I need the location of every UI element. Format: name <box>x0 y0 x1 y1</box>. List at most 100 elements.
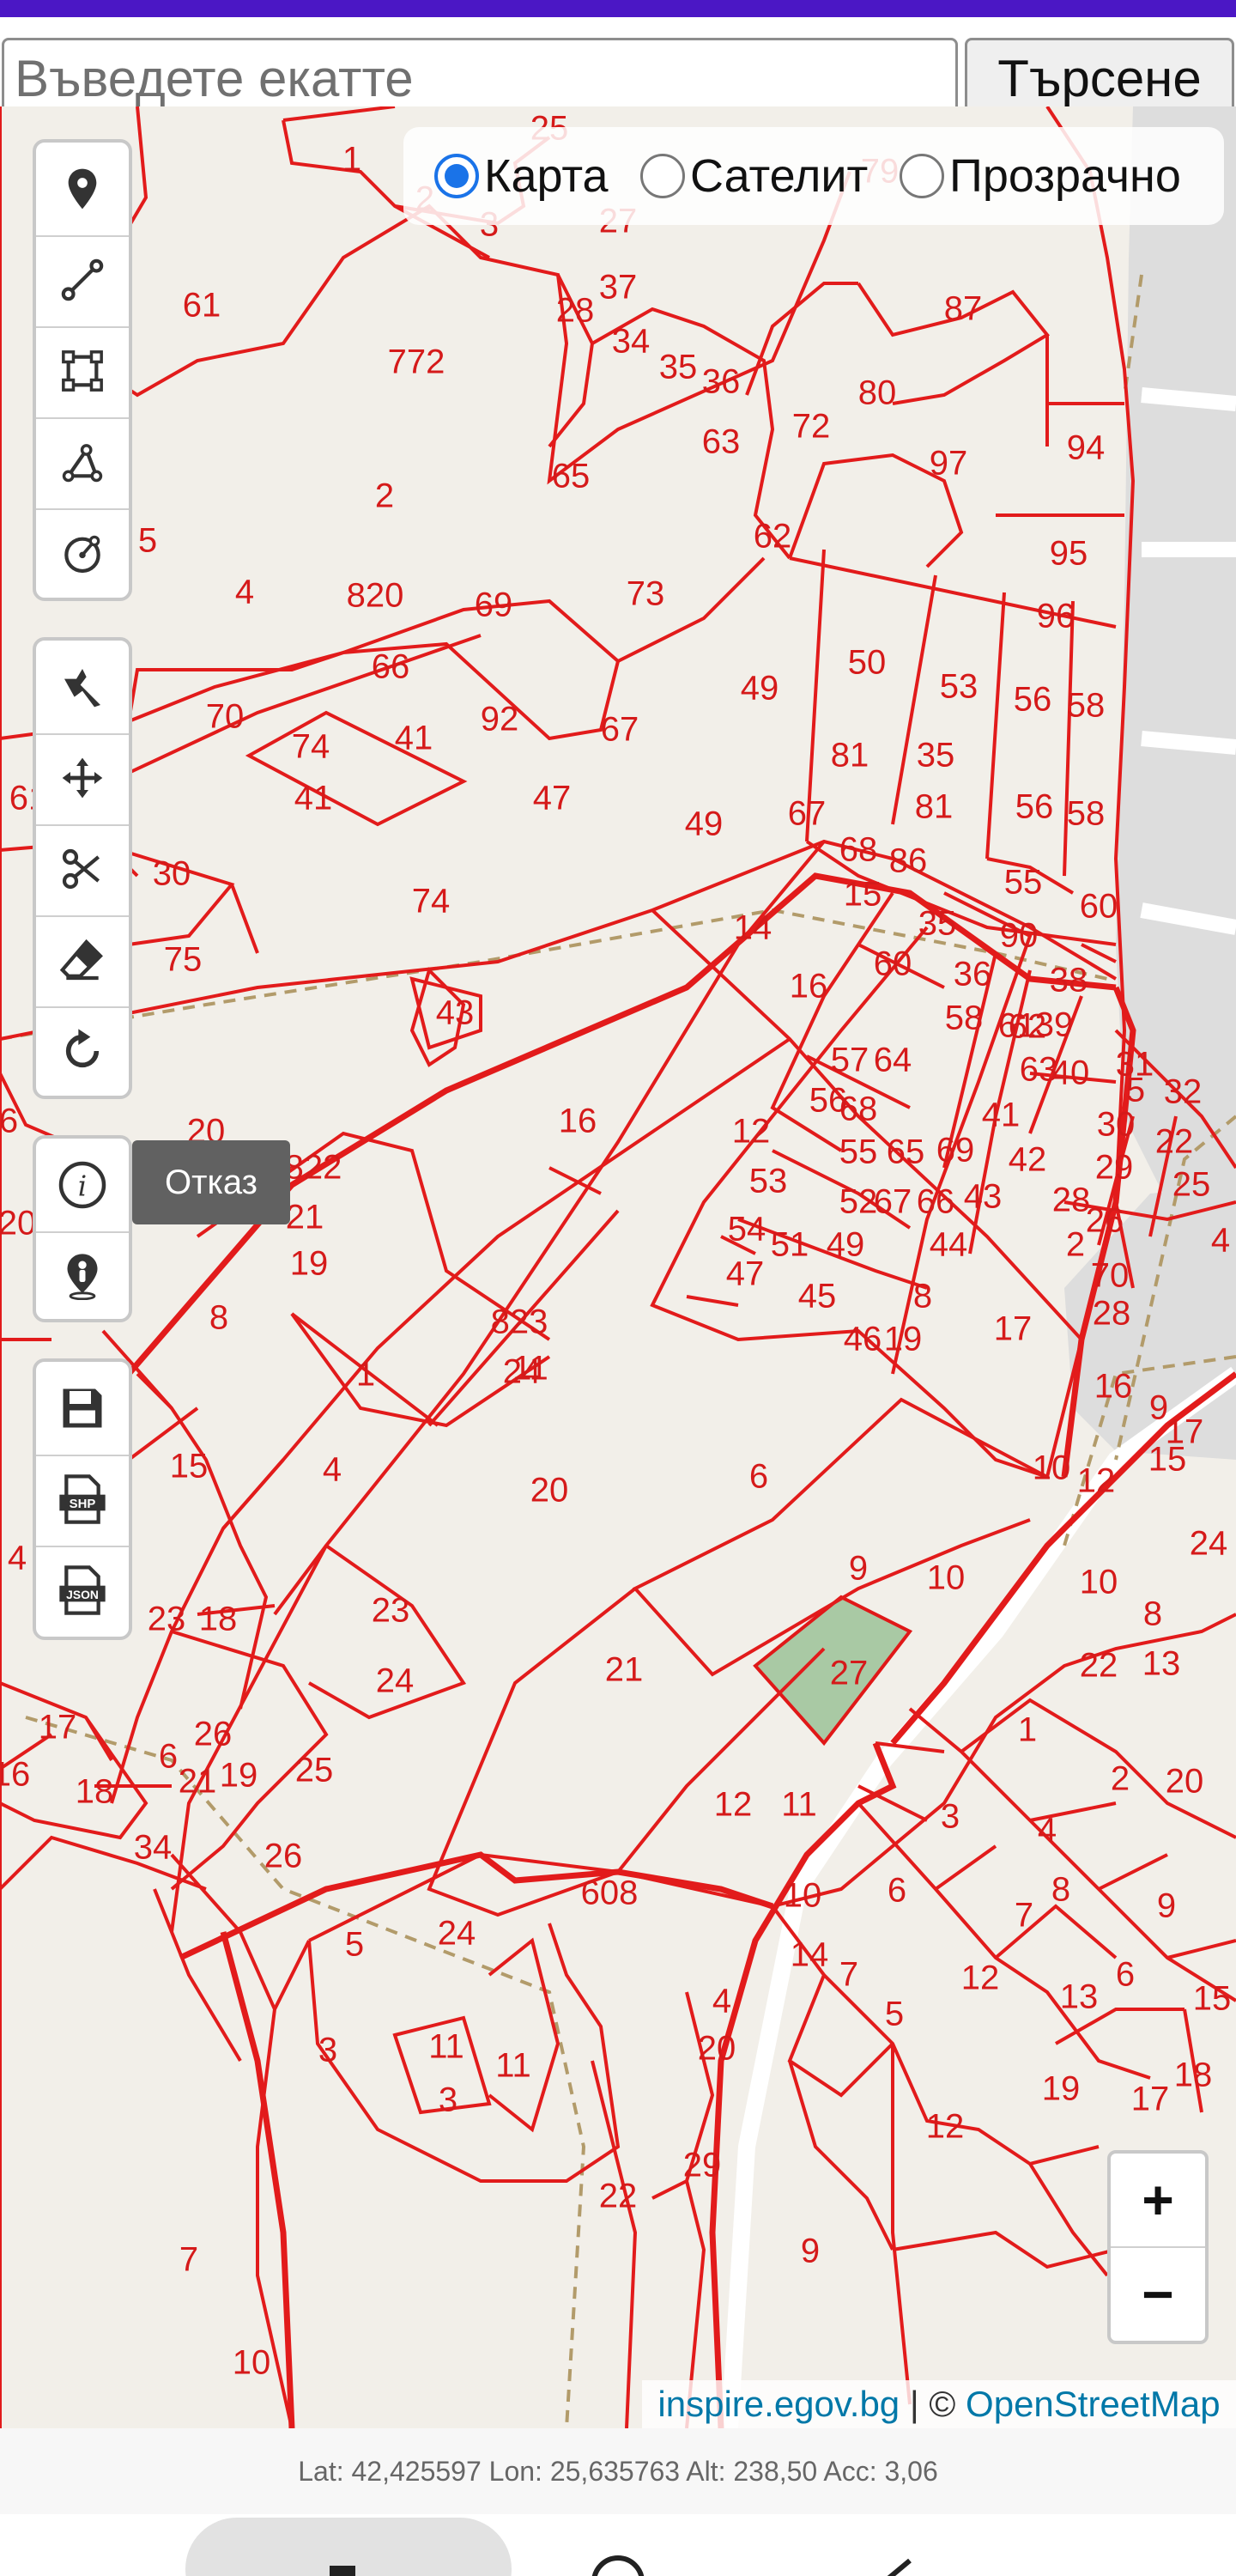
marker-tool-button[interactable] <box>41 148 124 230</box>
parcel-label: 53 <box>939 667 978 706</box>
move-tool-button[interactable] <box>41 737 124 819</box>
radio-satellite[interactable] <box>640 154 685 198</box>
shp-label: SHP <box>70 1497 96 1511</box>
parcel-label: 12 <box>731 1112 771 1151</box>
parcel-label: 19 <box>219 1756 258 1795</box>
inspire-link[interactable]: inspire.egov.bg <box>657 2384 900 2425</box>
parcel-label: 23 <box>371 1591 410 1630</box>
parcel-label: 40 <box>1051 1054 1090 1092</box>
parcel-label: 49 <box>826 1225 865 1264</box>
parcel-label: 53 <box>748 1162 788 1200</box>
info-icon: i <box>58 1161 106 1209</box>
cadastral-map[interactable]: 2512327793728343536878072979461772636526… <box>0 106 1236 2428</box>
parcel-label: 16 <box>789 967 828 1005</box>
parcel-label: 46 <box>843 1320 882 1358</box>
eraser-icon <box>59 939 103 981</box>
parcel-label: 43 <box>435 993 475 1032</box>
parcel-label: 22 <box>1079 1646 1118 1685</box>
parcel-label: 20 <box>1165 1762 1204 1801</box>
attribution-separator: | © <box>900 2384 966 2424</box>
draw-toolbar <box>33 139 132 601</box>
move-icon <box>62 757 103 799</box>
export-json-button[interactable]: JSON <box>41 1549 124 1631</box>
parcel-label: 30 <box>152 854 191 893</box>
parcel-label: 1 <box>342 140 362 179</box>
parcel-label: 73 <box>626 574 665 613</box>
parcel-label: 9 <box>800 2232 821 2270</box>
line-icon <box>61 258 104 301</box>
parcel-label: 63 <box>701 422 741 461</box>
parcel-label: 55 <box>1003 863 1043 902</box>
parcel-label: 7 <box>1014 1896 1034 1935</box>
save-button[interactable] <box>41 1367 124 1449</box>
rectangle-tool-button[interactable] <box>41 330 124 412</box>
parcel-label: 24 <box>437 1914 476 1953</box>
parcel-label: 47 <box>725 1255 765 1293</box>
location-person-button[interactable] <box>41 1235 124 1317</box>
edit-tool-button[interactable] <box>41 646 124 728</box>
polygon-tool-button[interactable] <box>41 421 124 503</box>
parcel-label: 80 <box>857 374 897 412</box>
parcel-label: 58 <box>1066 794 1106 833</box>
parcel-label: 66 <box>371 647 410 686</box>
parcel-label: 15 <box>843 875 882 914</box>
cut-icon <box>62 848 100 890</box>
main-boundaries <box>126 872 1236 2428</box>
parcel-label: 2 <box>374 477 395 515</box>
parcel-label: 66 <box>916 1182 955 1221</box>
layer-option-satellite[interactable]: Сателит <box>640 146 868 206</box>
cut-tool-button[interactable] <box>41 828 124 910</box>
layer-label-transparent: Прозрачно <box>949 150 1181 202</box>
parcel-label: 67 <box>873 1182 912 1221</box>
parcel-label: 12 <box>960 1959 1000 1997</box>
back-icon[interactable] <box>867 2552 927 2576</box>
parcel-label: 38 <box>1049 961 1088 999</box>
circle-tool-button[interactable] <box>41 512 124 594</box>
parcel-label: 4 <box>234 573 255 611</box>
parcel-label: 16 <box>0 1755 31 1794</box>
json-export-icon: JSON <box>59 1565 106 1615</box>
parcel-label: 97 <box>929 444 968 483</box>
parcel-label: 20 <box>0 1204 37 1242</box>
parcel-label: 16 <box>558 1102 597 1140</box>
parcel-label: 16 <box>1094 1367 1133 1406</box>
parcel-label: 2 <box>1110 1759 1130 1798</box>
home-icon[interactable] <box>326 2562 360 2576</box>
parcel-label: 36 <box>701 362 741 401</box>
layer-option-map[interactable]: Карта <box>434 146 609 206</box>
parcel-label: 50 <box>847 643 887 682</box>
zoom-out-button[interactable]: − <box>1111 2248 1205 2341</box>
rotate-icon <box>65 1029 100 1068</box>
rotate-tool-button[interactable] <box>41 1010 124 1092</box>
parcel-label: 8 <box>1142 1595 1163 1633</box>
radio-transparent[interactable] <box>900 154 944 198</box>
parcel-label: 61 <box>182 286 221 325</box>
parcel-label: 41 <box>394 719 433 757</box>
parcel-label: 35 <box>658 348 698 386</box>
parcel-label: 24 <box>1189 1524 1228 1563</box>
parcel-label: 41 <box>294 779 333 817</box>
parcel-label: 61 <box>997 1006 1037 1045</box>
parcel-label: 56 <box>1013 680 1052 719</box>
export-shp-button[interactable]: SHP <box>41 1458 124 1540</box>
osm-link[interactable]: OpenStreetMap <box>966 2384 1221 2425</box>
line-tool-button[interactable] <box>41 239 124 321</box>
layer-option-transparent[interactable]: Прозрачно <box>900 146 1181 206</box>
parcel-label: 20 <box>697 2029 736 2068</box>
cancel-tooltip[interactable]: Отказ <box>132 1140 290 1224</box>
radio-map[interactable] <box>434 154 479 198</box>
eraser-tool-button[interactable] <box>41 919 124 1001</box>
parcel-label: 1 <box>1017 1710 1038 1749</box>
parcel-label: 6 <box>0 1102 19 1140</box>
info-tool-button[interactable]: i <box>41 1144 124 1226</box>
parcel-label: 26 <box>264 1837 303 1875</box>
zoom-in-button[interactable]: + <box>1111 2154 1205 2246</box>
parcel-label: 28 <box>555 291 595 330</box>
parcel-label: 29 <box>682 2146 722 2184</box>
parcel-label: 24 <box>375 1662 415 1700</box>
parcel-label: 17 <box>1130 2080 1170 2118</box>
parcel-label: 35 <box>918 904 957 943</box>
parcel-label: 55 <box>839 1133 878 1171</box>
parcel-label: 22 <box>1154 1122 1194 1161</box>
circle-nav-icon[interactable] <box>588 2552 648 2576</box>
